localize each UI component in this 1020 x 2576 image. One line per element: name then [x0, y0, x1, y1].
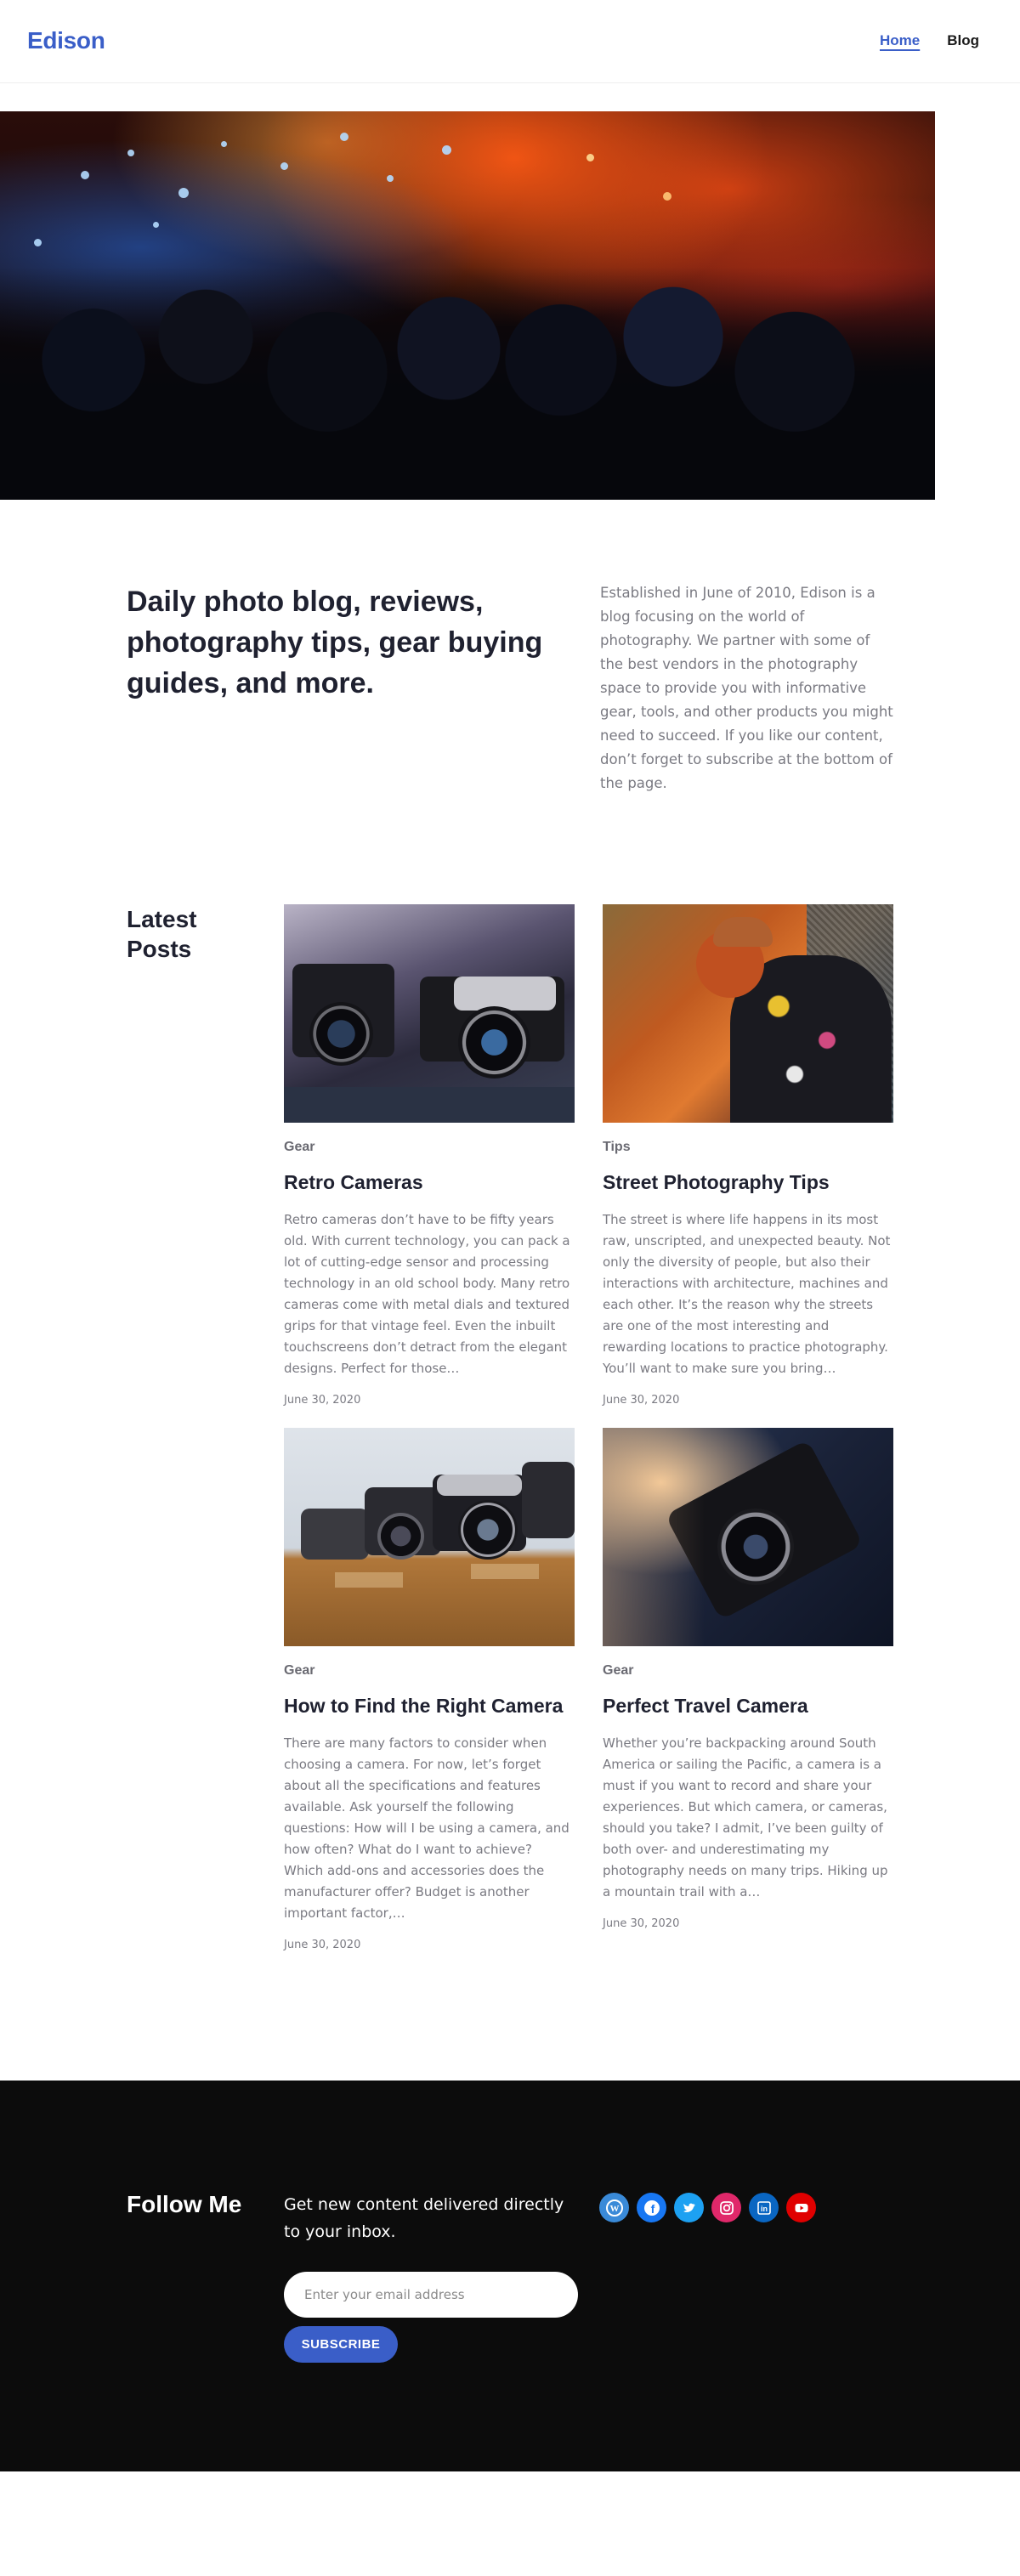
social-links: W f in	[599, 2193, 816, 2222]
post-date: June 30, 2020	[603, 1917, 680, 1930]
latest-posts-heading: Latest Posts	[127, 906, 197, 962]
post-title[interactable]: Retro Cameras	[284, 1171, 423, 1194]
svg-text:f: f	[650, 2202, 654, 2216]
post-thumbnail[interactable]	[603, 1428, 893, 1646]
post-card: Tips Street Photography Tips The street …	[603, 904, 893, 1407]
site-header: Edison Home Blog	[0, 0, 1020, 83]
post-date: June 30, 2020	[284, 1394, 361, 1407]
linkedin-icon[interactable]: in	[749, 2193, 779, 2222]
intro-heading: Daily photo blog, reviews, photography t…	[127, 586, 543, 699]
post-thumbnail[interactable]	[284, 904, 575, 1123]
post-date: June 30, 2020	[603, 1394, 680, 1407]
nav-blog-link[interactable]: Blog	[947, 32, 979, 49]
post-title[interactable]: How to Find the Right Camera	[284, 1695, 563, 1718]
post-title[interactable]: Perfect Travel Camera	[603, 1695, 808, 1718]
main-nav: Home Blog	[880, 32, 979, 49]
post-card: Gear Perfect Travel Camera Whether you’r…	[603, 1428, 893, 1930]
subscribe-button[interactable]: SUBSCRIBE	[284, 2326, 398, 2363]
post-excerpt: There are many factors to consider when …	[284, 1735, 570, 1921]
hero-image	[0, 111, 935, 500]
svg-text:in: in	[761, 2205, 768, 2213]
twitter-icon[interactable]	[674, 2193, 704, 2222]
nav-home-link[interactable]: Home	[880, 32, 920, 49]
post-category[interactable]: Gear	[603, 1663, 633, 1679]
post-card: Gear Retro Cameras Retro cameras don’t h…	[284, 904, 575, 1407]
subscribe-description: Get new content delivered directly to yo…	[284, 2195, 564, 2241]
post-category[interactable]: Gear	[284, 1140, 314, 1155]
wordpress-icon[interactable]: W	[599, 2193, 629, 2222]
post-thumbnail[interactable]	[284, 1428, 575, 1646]
svg-text:W: W	[609, 2204, 619, 2214]
post-excerpt: The street is where life happens in its …	[603, 1212, 891, 1376]
instagram-icon[interactable]	[711, 2193, 741, 2222]
post-card: Gear How to Find the Right Camera There …	[284, 1428, 575, 1951]
email-input[interactable]	[284, 2272, 578, 2318]
intro-description: Established in June of 2010, Edison is a…	[600, 585, 893, 791]
youtube-icon[interactable]	[786, 2193, 816, 2222]
post-category[interactable]: Tips	[603, 1140, 631, 1155]
follow-heading: Follow Me	[127, 2191, 242, 2217]
post-thumbnail[interactable]	[603, 904, 893, 1123]
post-date: June 30, 2020	[284, 1939, 361, 1951]
post-excerpt: Retro cameras don’t have to be fifty yea…	[284, 1212, 570, 1376]
site-logo[interactable]: Edison	[27, 27, 105, 54]
post-title[interactable]: Street Photography Tips	[603, 1171, 830, 1194]
post-category[interactable]: Gear	[284, 1663, 314, 1679]
post-excerpt: Whether you’re backpacking around South …	[603, 1735, 888, 1899]
facebook-icon[interactable]: f	[637, 2193, 666, 2222]
